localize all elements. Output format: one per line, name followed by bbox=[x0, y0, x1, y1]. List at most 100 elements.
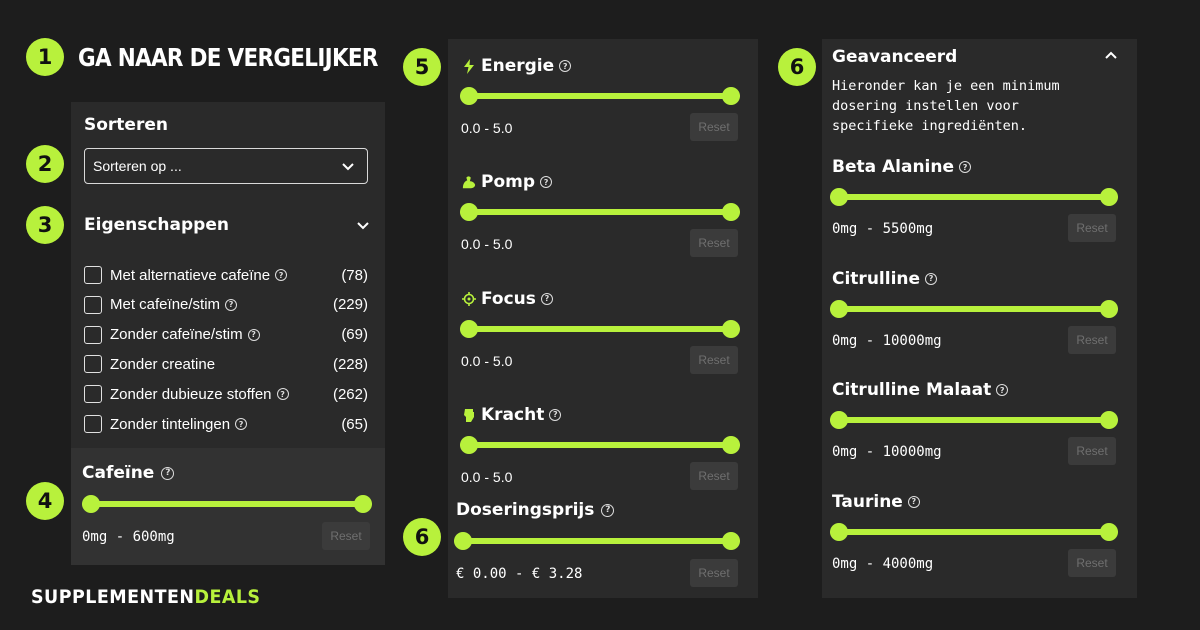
logo-part-2: DEALS bbox=[194, 586, 261, 608]
filter-row[interactable]: Zonder cafeïne/stim? (69) bbox=[84, 324, 368, 346]
rating-slider[interactable] bbox=[460, 203, 740, 222]
info-icon[interactable]: ? bbox=[161, 466, 175, 480]
filter-label: Zonder dubieuze stoffen? bbox=[110, 386, 289, 403]
slider-track bbox=[82, 501, 372, 507]
reset-button[interactable]: Reset bbox=[690, 559, 738, 587]
checkbox[interactable] bbox=[84, 325, 102, 344]
info-icon[interactable]: ? bbox=[235, 418, 248, 430]
ingredient-slider[interactable] bbox=[830, 299, 1118, 318]
filter-count: (229) bbox=[332, 296, 368, 314]
slider-track bbox=[830, 528, 1118, 535]
reset-button[interactable]: Reset bbox=[1068, 325, 1116, 354]
info-icon[interactable]: ? bbox=[540, 292, 553, 305]
ingredient-title: Citrulline? bbox=[832, 269, 938, 289]
checkbox[interactable] bbox=[84, 355, 102, 374]
slider-thumb-min[interactable] bbox=[460, 319, 478, 338]
slider-thumb-max[interactable] bbox=[1100, 522, 1118, 541]
filter-row[interactable]: Zonder dubieuze stoffen? (262) bbox=[84, 383, 368, 405]
info-icon[interactable]: ? bbox=[225, 298, 238, 311]
caffeine-title: Cafeïne ? bbox=[82, 463, 175, 483]
reset-button[interactable]: Reset bbox=[1068, 214, 1116, 242]
rating-slider[interactable] bbox=[460, 435, 740, 454]
slider-thumb-max[interactable] bbox=[722, 87, 740, 105]
sort-title: Sorteren bbox=[84, 115, 168, 135]
slider-thumb-max[interactable] bbox=[1100, 188, 1118, 206]
checkbox[interactable] bbox=[84, 385, 102, 404]
filter-row[interactable]: Zonder creatine (228) bbox=[84, 353, 368, 375]
ingredient-slider[interactable] bbox=[830, 411, 1118, 429]
slider-track bbox=[460, 441, 740, 448]
caffeine-slider[interactable] bbox=[82, 495, 372, 513]
info-icon[interactable]: ? bbox=[276, 388, 289, 401]
slider-thumb-min[interactable] bbox=[830, 299, 848, 318]
filter-row[interactable]: Zonder tintelingen? (65) bbox=[84, 413, 368, 435]
slider-thumb-max[interactable] bbox=[722, 203, 740, 222]
slider-thumb-max[interactable] bbox=[1100, 411, 1118, 429]
reset-button[interactable]: Reset bbox=[322, 522, 370, 550]
filter-label-text: Zonder tintelingen bbox=[110, 415, 231, 433]
flex-arm-icon bbox=[462, 174, 476, 190]
ingredient-slider[interactable] bbox=[830, 188, 1118, 206]
slider-thumb-max[interactable] bbox=[1100, 299, 1118, 318]
page-headline: GA NAAR DE VERGELIJKER bbox=[78, 43, 378, 72]
rating-title: Kracht? bbox=[462, 404, 562, 425]
slider-thumb-min[interactable] bbox=[830, 522, 848, 541]
slider-thumb-max[interactable] bbox=[354, 495, 372, 513]
info-icon[interactable]: ? bbox=[601, 503, 615, 517]
rating-range: 0.0 - 5.0 bbox=[461, 120, 513, 136]
chevron-up-icon[interactable] bbox=[1104, 49, 1118, 63]
reset-button[interactable]: Reset bbox=[690, 229, 738, 258]
ingredient-title: Citrulline Malaat? bbox=[832, 380, 1009, 400]
chevron-down-icon[interactable] bbox=[356, 218, 370, 232]
sort-select[interactable]: Sorteren op ... bbox=[84, 148, 368, 184]
info-icon[interactable]: ? bbox=[907, 495, 920, 508]
step-badge-1: 1 bbox=[26, 38, 64, 76]
filter-label: Zonder cafeïne/stim? bbox=[110, 326, 260, 343]
filter-label-text: Met alternatieve cafeïne bbox=[110, 266, 271, 284]
info-icon[interactable]: ? bbox=[549, 408, 562, 421]
info-icon[interactable]: ? bbox=[540, 176, 553, 189]
info-icon[interactable]: ? bbox=[996, 384, 1009, 396]
info-icon[interactable]: ? bbox=[275, 269, 288, 281]
filter-label-text: Met cafeïne/stim bbox=[110, 296, 221, 314]
reset-button[interactable]: Reset bbox=[690, 345, 738, 374]
dose-price-label: Doseringsprijs bbox=[456, 500, 595, 520]
rating-slider[interactable] bbox=[460, 319, 740, 338]
filter-row[interactable]: Met cafeïne/stim? (229) bbox=[84, 294, 368, 316]
reset-button[interactable]: Reset bbox=[1068, 437, 1116, 465]
slider-thumb-min[interactable] bbox=[830, 411, 848, 429]
rating-title-label: Kracht bbox=[481, 404, 545, 425]
info-icon[interactable]: ? bbox=[925, 272, 938, 285]
filter-count: (262) bbox=[332, 385, 368, 403]
slider-track bbox=[460, 209, 740, 216]
info-icon[interactable]: ? bbox=[959, 161, 972, 173]
bolt-icon bbox=[462, 58, 476, 74]
filter-label: Zonder creatine bbox=[110, 356, 215, 373]
filter-label: Zonder tintelingen? bbox=[110, 415, 248, 433]
caffeine-range: 0mg - 600mg bbox=[82, 529, 175, 545]
slider-thumb-min[interactable] bbox=[454, 532, 472, 550]
ingredient-slider[interactable] bbox=[830, 522, 1118, 541]
slider-thumb-max[interactable] bbox=[722, 435, 740, 454]
slider-thumb-min[interactable] bbox=[82, 495, 100, 513]
slider-thumb-min[interactable] bbox=[460, 435, 478, 454]
reset-button[interactable]: Reset bbox=[1068, 548, 1116, 577]
reset-button[interactable]: Reset bbox=[690, 461, 738, 490]
reset-button[interactable]: Reset bbox=[690, 113, 738, 141]
slider-thumb-max[interactable] bbox=[722, 532, 740, 550]
info-icon[interactable]: ? bbox=[247, 328, 260, 341]
checkbox[interactable] bbox=[84, 266, 102, 284]
slider-thumb-min[interactable] bbox=[460, 203, 478, 222]
slider-thumb-min[interactable] bbox=[830, 188, 848, 206]
checkbox[interactable] bbox=[84, 415, 102, 433]
filter-row[interactable]: Met alternatieve cafeïne? (78) bbox=[84, 264, 368, 286]
info-icon[interactable]: ? bbox=[559, 60, 572, 72]
slider-thumb-max[interactable] bbox=[722, 319, 740, 338]
slider-thumb-min[interactable] bbox=[460, 87, 478, 105]
slider-track bbox=[830, 417, 1118, 423]
dose-price-slider[interactable] bbox=[454, 532, 740, 550]
checkbox[interactable] bbox=[84, 295, 102, 314]
rating-slider[interactable] bbox=[460, 87, 740, 105]
rating-title: Focus? bbox=[462, 289, 553, 309]
rating-range: 0.0 - 5.0 bbox=[461, 236, 513, 253]
